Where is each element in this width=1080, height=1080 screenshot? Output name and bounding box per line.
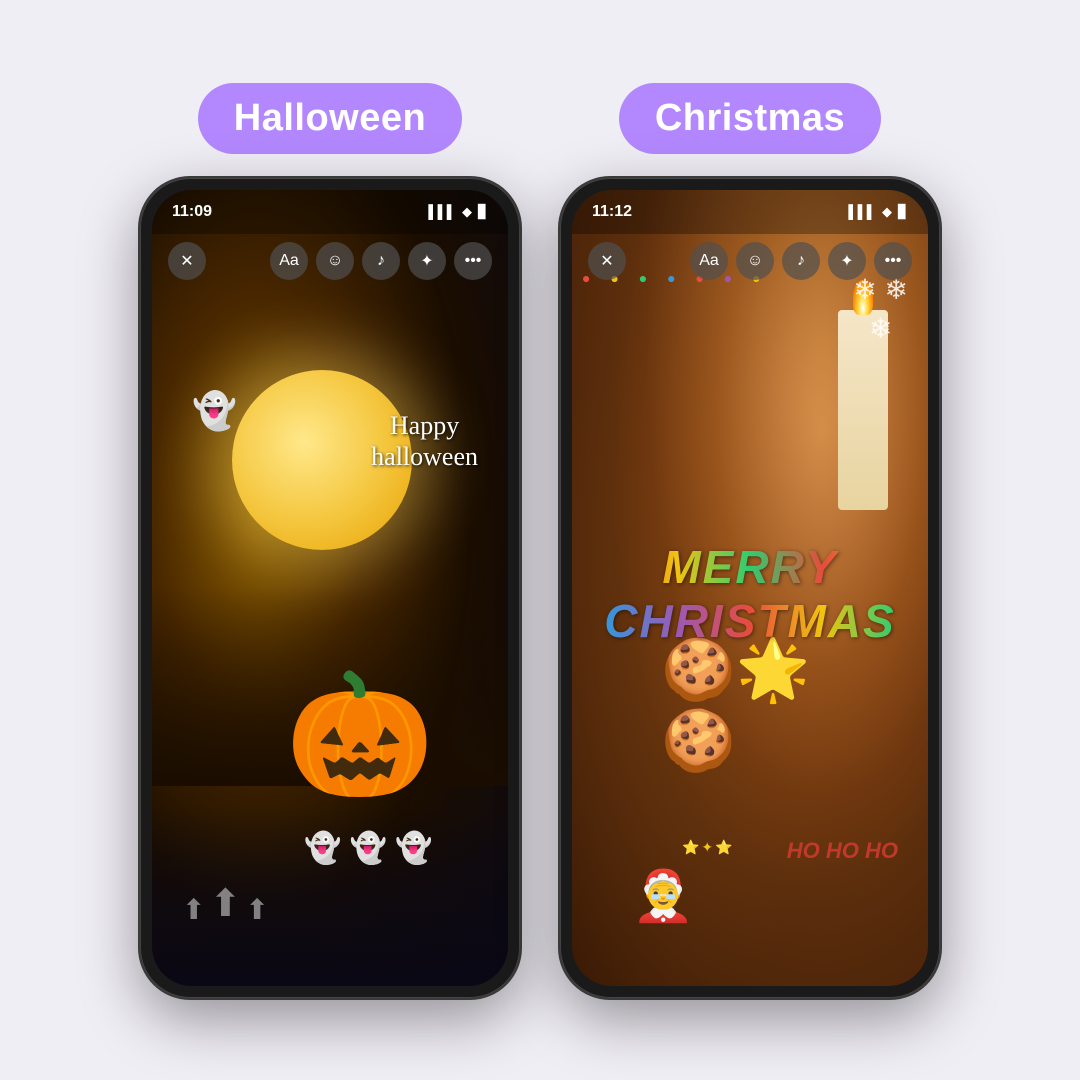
ghost-top-icon: 👻 [192,390,237,432]
halloween-status-bar: 11:09 ▌▌▌ ◆ ▊ [152,190,508,234]
battery-icon: ▊ [898,204,908,220]
close-button[interactable]: ✕ [588,242,626,280]
music-button[interactable]: ♪ [782,242,820,280]
arrow-2-icon: ⬆ [209,881,241,926]
arrow-1-icon: ⬆ [182,893,205,926]
merry-christmas-text: MERRY CHRISTMAS [604,540,895,648]
christmas-section: Christmas ❄ ❄ ❄ ● ● ● ● ● [560,83,940,998]
ghosts-row: 👻 👻 👻 [304,831,432,866]
halloween-phone-screen: 👻 Happyhalloween 🎃 👻 👻 👻 ⬆ ⬆ ⬆ [152,190,508,986]
santa-figure: 🤶 [632,867,694,926]
arrows-area: ⬆ ⬆ ⬆ [182,881,269,926]
more-button[interactable]: ••• [454,242,492,280]
close-button[interactable]: ✕ [168,242,206,280]
more-button[interactable]: ••• [874,242,912,280]
christmas-line: CHRISTMAS [604,594,895,648]
music-button[interactable]: ♪ [362,242,400,280]
ghost-3-icon: 👻 [395,831,432,866]
merry-line: MERRY [604,540,895,594]
signal-icon: ▌▌▌ [848,204,876,219]
signal-icon: ▌▌▌ [428,204,456,219]
toolbar-right-actions: Aa ☺ ♪ ✦ ••• [690,242,912,280]
pumpkin-icon: 🎃 [285,666,434,806]
christmas-label: Christmas [619,83,881,154]
ghost-1-icon: 👻 [304,831,341,866]
star-decorations: ⭐✦⭐ [682,839,735,856]
toolbar-right-actions: Aa ☺ ♪ ✦ ••• [270,242,492,280]
christmas-status-bar: 11:12 ▌▌▌ ◆ ▊ [572,190,928,234]
christmas-time: 11:12 [592,203,632,221]
sparkle-button[interactable]: ✦ [828,242,866,280]
halloween-status-icons: ▌▌▌ ◆ ▊ [428,204,488,220]
happy-halloween-text: Happyhalloween [371,410,478,472]
christmas-toolbar: ✕ Aa ☺ ♪ ✦ ••• [572,234,928,288]
sticker-button[interactable]: ☺ [736,242,774,280]
main-container: Halloween 👻 Happyhalloween 🎃 [80,43,1000,1038]
wifi-icon: ◆ [882,204,892,220]
halloween-label: Halloween [198,83,462,154]
battery-icon: ▊ [478,204,488,220]
halloween-toolbar: ✕ Aa ☺ ♪ ✦ ••• [152,234,508,288]
sticker-button[interactable]: ☺ [316,242,354,280]
halloween-phone-frame: 👻 Happyhalloween 🎃 👻 👻 👻 ⬆ ⬆ ⬆ [140,178,520,998]
gingerbread-cookies: 🍪🌟🍪 [661,634,839,776]
halloween-section: Halloween 👻 Happyhalloween 🎃 [140,83,520,998]
wifi-icon: ◆ [462,204,472,220]
christmas-status-icons: ▌▌▌ ◆ ▊ [848,204,908,220]
arrow-3-icon: ⬆ [245,893,268,926]
christmas-phone-screen: ❄ ❄ ❄ ● ● ● ● ● ● ● MERRY CHRISTMAS [572,190,928,986]
sparkle-button[interactable]: ✦ [408,242,446,280]
ho-ho-ho-text: HO HO HO [787,837,898,866]
ghost-2-icon: 👻 [350,831,387,866]
text-button[interactable]: Aa [690,242,728,280]
text-button[interactable]: Aa [270,242,308,280]
christmas-phone-frame: ❄ ❄ ❄ ● ● ● ● ● ● ● MERRY CHRISTMAS [560,178,940,998]
halloween-time: 11:09 [172,203,212,221]
